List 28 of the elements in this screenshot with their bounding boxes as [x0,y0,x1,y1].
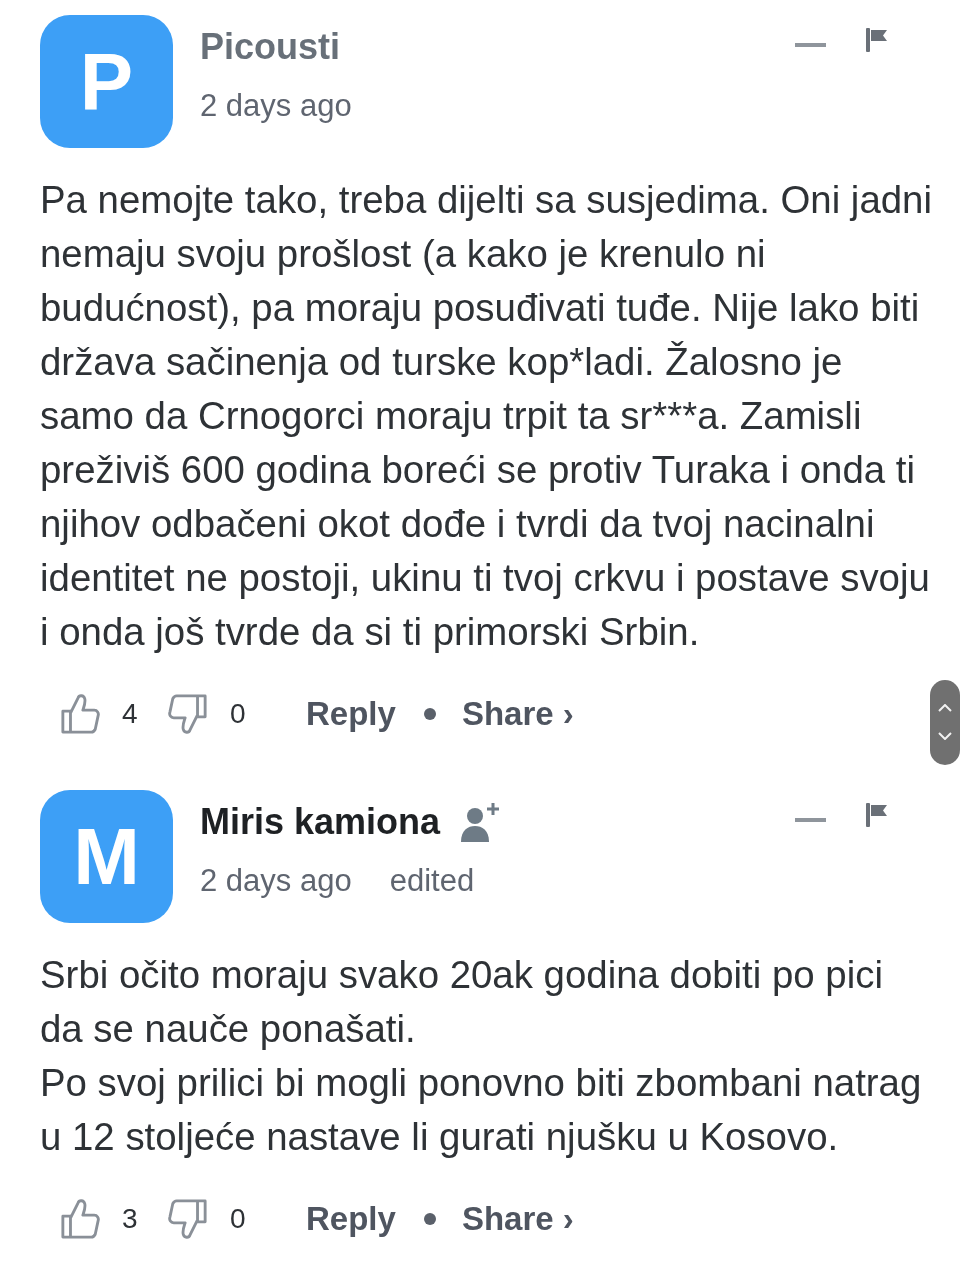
reply-link[interactable]: Reply [306,1200,396,1238]
author-name[interactable]: Picousti [200,25,341,69]
thumbs-down-icon[interactable] [168,693,208,735]
thumbs-down-icon[interactable] [168,1198,208,1240]
thumbs-up-icon[interactable] [60,693,100,735]
bullet-icon [423,708,436,720]
comment-text: Po svoj prilici bi mogli ponovno biti zbombani natrag u 12 stoljeće nastave li gurati njušku u Kosovo. [40,1060,923,1160]
share-link[interactable]: Share › [461,1200,574,1238]
thumbs-up-icon[interactable] [60,1198,100,1240]
share-link[interactable]: Share › [461,695,574,733]
flag-icon[interactable] [866,803,888,827]
upvote-count: 3 [122,1203,139,1235]
comment-text: Srbi očito moraju svako 20ak godina dobiti po pici da se nauče ponašati. [40,952,884,1052]
add-user-icon[interactable] [460,802,501,842]
downvote-count: 0 [230,1203,247,1235]
downvote-count: 0 [230,698,247,730]
chevron-up-icon[interactable] [938,704,952,712]
reply-link[interactable]: Reply [306,695,396,733]
bullet-icon [423,1213,436,1225]
timestamp[interactable]: 2 days ago [200,859,352,903]
comment-text: Pa nemojte tako, treba dijelti sa susjedima. Oni jadni nemaju svoju prošlost (a kako je krenulo ni budućnost), pa moraju posuđivati tuđe. Nije lako biti država sačinenja od turske kop*ladi. Žalosno je samo da Crnogorci moraju trpit ta sr***a. Zamisli preživiš 600 godina boreći se protiv Turaka i onda ti njihov odbačeni okot dođe i tvrdi da tvoj nacinalni identitet ne postoji, ukinu ti tvoj crkvu i postave svoju i onda još tvrde da si ti primorski Srbin. [40,177,933,655]
flag-icon[interactable] [866,28,888,52]
edited-label: edited [389,862,475,900]
timestamp[interactable]: 2 days ago [200,84,352,128]
chevron-down-icon[interactable] [938,732,952,740]
upvote-count: 4 [122,698,139,730]
scroll-control[interactable] [930,679,960,765]
author-name[interactable]: Miris kamiona [200,800,441,844]
